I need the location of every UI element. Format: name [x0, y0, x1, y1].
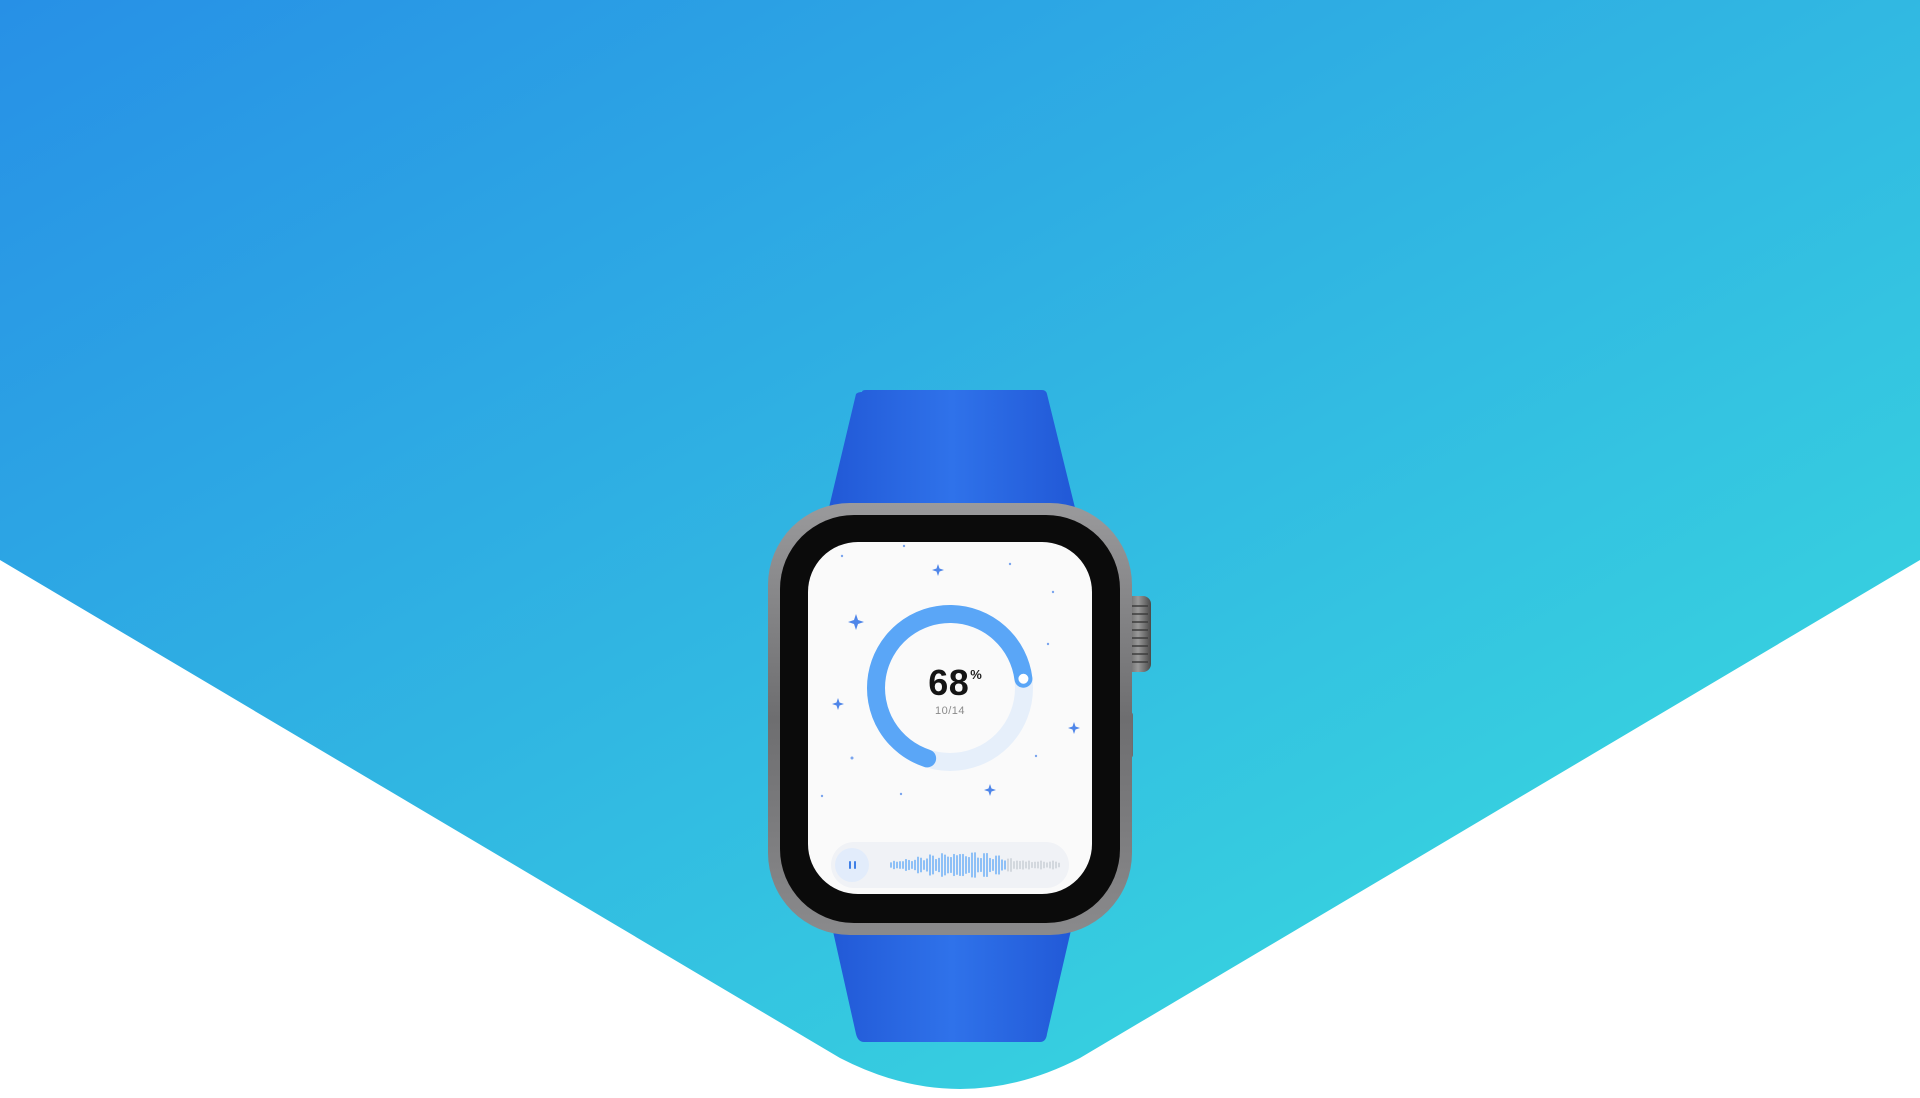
sparkle-icon	[984, 784, 996, 796]
sparkle-icon	[1068, 722, 1080, 734]
sparkle-dot	[1034, 754, 1038, 758]
percentage-row: 68 %	[928, 665, 982, 701]
progress-count: 10/14	[934, 705, 966, 717]
watch-band-top	[826, 390, 1078, 520]
sparkle-dot	[1046, 642, 1050, 646]
audio-waveform[interactable]	[889, 848, 1061, 882]
sparkle-dot	[902, 544, 906, 548]
hero-scene: 68 % 10/14	[0, 0, 1920, 1098]
sparkle-icon	[932, 564, 944, 576]
percentage-value: 68	[928, 662, 970, 703]
sparkle-dot	[840, 554, 844, 558]
pause-button[interactable]	[835, 848, 869, 882]
sparkle-dot	[850, 756, 854, 760]
watch-screen: 68 % 10/14	[808, 542, 1092, 894]
sparkle-icon	[848, 614, 864, 630]
sparkle-dot	[899, 792, 903, 796]
pause-icon	[848, 861, 856, 869]
sparkle-dot	[1008, 562, 1012, 566]
sparkle-dot	[820, 794, 824, 798]
percentage-unit: %	[970, 667, 982, 682]
sparkle-icon	[832, 698, 844, 710]
progress-readout: 68 % 10/14	[865, 603, 1035, 773]
audio-player	[831, 842, 1069, 888]
sparkle-dot	[1051, 590, 1055, 594]
